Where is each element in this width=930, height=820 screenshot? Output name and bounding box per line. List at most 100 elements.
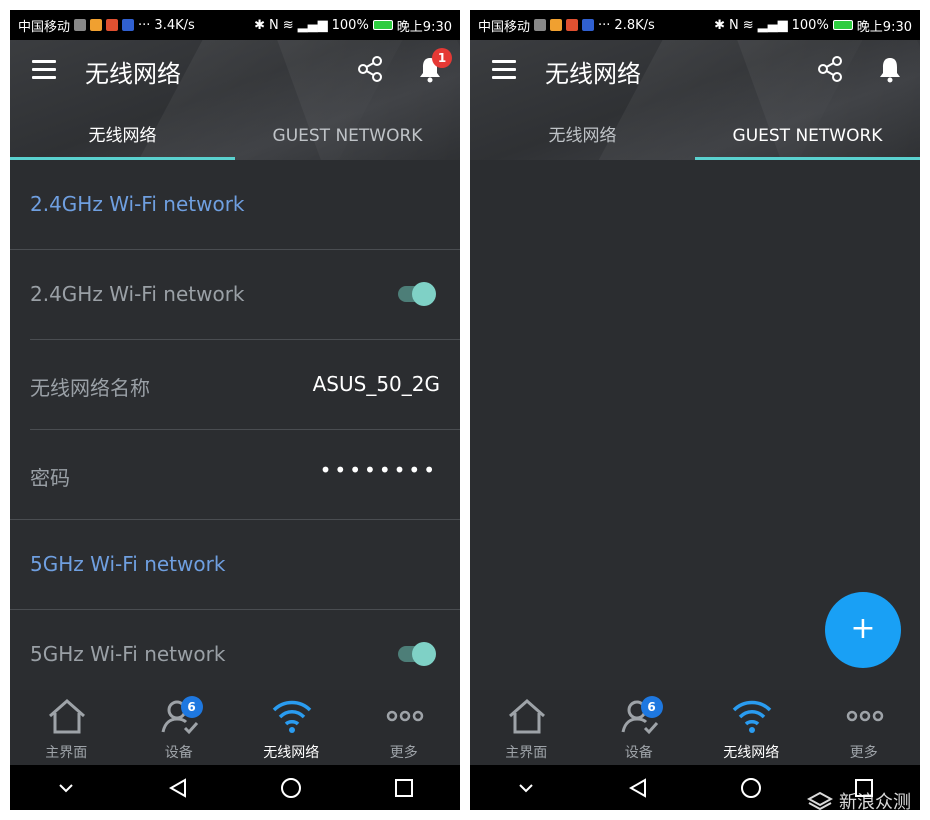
status-bar: 中国移动 ··· 3.4K/s ✱ N ≋ ▂▄▆ 100% 晚上9:30 [10,10,460,40]
section-header-label: 5GHz Wi-Fi network [30,552,226,576]
back-icon[interactable] [167,777,189,799]
nav-more[interactable]: 更多 [808,690,921,765]
app-notification-icon [106,19,119,31]
home-icon [509,698,545,734]
more-notifications-icon: ··· [138,17,151,33]
app-bar: 无线网络 无线网络 GUEST NETWORK [470,40,920,160]
wifi-5-toggle-row[interactable]: 5GHz Wi-Fi network [10,610,460,700]
nav-home[interactable]: 主界面 [470,690,583,765]
battery-icon [372,20,393,30]
wifi-icon [732,700,772,733]
tab-bar: 无线网络 GUEST NETWORK [10,115,460,160]
nav-label: 更多 [849,745,878,761]
chevron-down-icon[interactable] [56,778,76,798]
password-row[interactable]: 密码 •••••••• [10,430,460,520]
nfc-icon: N [728,17,739,33]
clock: 晚上9:30 [396,19,452,35]
nav-more[interactable]: 更多 [348,690,461,765]
tab-wireless[interactable]: 无线网络 [470,115,695,160]
cell-signal-icon: ▂▄▆ [297,17,328,33]
section-header: 2.4GHz Wi-Fi network [10,160,460,250]
wifi-5-toggle[interactable] [398,642,436,666]
battery-percent: 100% [791,17,829,33]
recents-icon[interactable] [393,777,415,799]
more-icon [846,710,883,722]
bluetooth-icon: ✱ [254,17,265,33]
nfc-icon: N [268,17,279,33]
nav-devices[interactable]: 6 设备 [123,690,236,765]
watermark: 新浪众测 [807,788,911,814]
chevron-down-icon[interactable] [516,778,536,798]
watermark-text: 新浪众测 [839,792,911,813]
row-label: 密码 [30,466,70,490]
bottom-navigation: 主界面 6 设备 无线网络 更多 [470,690,920,765]
row-label: 5GHz Wi-Fi network [30,642,226,666]
nav-label: 主界面 [505,745,548,761]
nav-devices[interactable]: 6 设备 [583,690,696,765]
notification-badge: 1 [432,48,452,68]
row-label: 无线网络名称 [30,376,150,400]
row-label: 2.4GHz Wi-Fi network [30,282,245,306]
app-notification-icon [534,19,547,31]
add-guest-network-button[interactable]: + [825,592,901,668]
share-icon[interactable] [815,54,845,84]
share-icon[interactable] [355,54,385,84]
home-icon [49,698,85,734]
hamburger-menu-icon[interactable] [492,60,518,82]
bottom-navigation: 主界面 6 设备 无线网络 更多 [10,690,460,765]
settings-list: 2.4GHz Wi-Fi network 2.4GHz Wi-Fi networ… [10,160,460,700]
nav-label: 无线网络 [723,745,780,761]
page-title: 无线网络 [545,60,641,88]
carrier-label: 中国移动 [18,19,71,35]
wifi-signal-icon: ≋ [742,17,754,33]
nav-label: 设备 [164,745,193,761]
back-icon[interactable] [627,777,649,799]
password-value: •••••••• [319,458,438,482]
wifi-signal-icon: ≋ [282,17,294,33]
watermark-logo-icon [807,791,833,811]
more-notifications-icon: ··· [598,17,611,33]
wifi-icon [272,700,312,733]
nav-label: 设备 [624,745,653,761]
tab-wireless[interactable]: 无线网络 [10,115,235,160]
tab-guest-network[interactable]: GUEST NETWORK [235,115,460,160]
section-header-label: 2.4GHz Wi-Fi network [30,192,245,216]
tab-guest-network[interactable]: GUEST NETWORK [695,115,920,160]
app-notification-icon [566,19,579,31]
network-speed: 2.8K/s [614,17,655,33]
nav-label: 更多 [389,745,418,761]
wifi-24-toggle-row[interactable]: 2.4GHz Wi-Fi network [10,250,460,340]
page-title: 无线网络 [85,60,181,88]
app-notification-icon [582,19,595,31]
wifi-24-toggle[interactable] [398,282,436,306]
app-notification-icon [550,19,563,31]
battery-icon [832,20,853,30]
tab-bar: 无线网络 GUEST NETWORK [470,115,920,160]
hamburger-menu-icon[interactable] [32,60,58,82]
left-phone-screen: 中国移动 ··· 3.4K/s ✱ N ≋ ▂▄▆ 100% 晚上9:30 无线… [10,10,460,810]
home-button-icon[interactable] [740,777,762,799]
nav-label: 主界面 [45,745,88,761]
cell-signal-icon: ▂▄▆ [757,17,788,33]
app-notification-icon [74,19,87,31]
bluetooth-icon: ✱ [714,17,725,33]
app-notification-icon [90,19,103,31]
app-bar: 无线网络 1 无线网络 GUEST NETWORK [10,40,460,160]
bell-icon[interactable] [875,54,905,84]
clock: 晚上9:30 [856,19,912,35]
more-icon [386,710,423,722]
nav-home[interactable]: 主界面 [10,690,123,765]
app-notification-icon [122,19,135,31]
section-header: 5GHz Wi-Fi network [10,520,460,610]
status-bar: 中国移动 ··· 2.8K/s ✱ N ≋ ▂▄▆ 100% 晚上9:30 [470,10,920,40]
home-button-icon[interactable] [280,777,302,799]
device-count-badge: 6 [180,696,203,718]
network-speed: 3.4K/s [154,17,195,33]
system-navigation-bar [10,765,460,810]
nav-label: 无线网络 [263,745,320,761]
nav-wireless[interactable]: 无线网络 [695,690,808,765]
device-count-badge: 6 [640,696,663,718]
ssid-row[interactable]: 无线网络名称 ASUS_50_2G [10,340,460,430]
carrier-label: 中国移动 [478,19,531,35]
nav-wireless[interactable]: 无线网络 [235,690,348,765]
